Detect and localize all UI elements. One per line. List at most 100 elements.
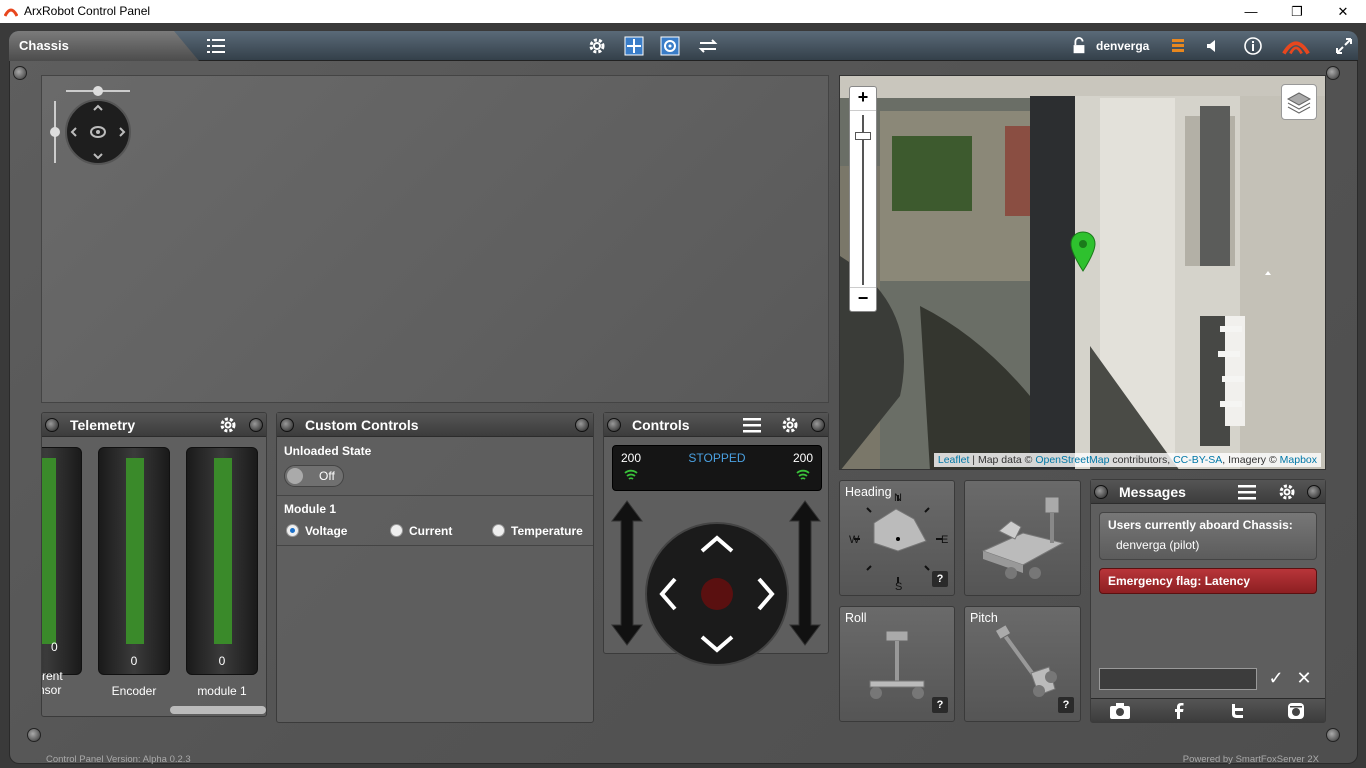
messages-title: Messages: [1119, 484, 1186, 500]
emergency-flag-message: Emergency flag: Latency: [1099, 568, 1317, 594]
aboard-users-message: Users currently aboard Chassis: denverga…: [1099, 512, 1317, 560]
layout-grid-icon[interactable]: [623, 36, 645, 56]
heading-widget: Heading N E S W ?: [839, 480, 955, 596]
messages-header: Messages: [1091, 480, 1325, 504]
close-button[interactable]: ✕: [1320, 0, 1366, 23]
meter-label-encoder: Encoder: [111, 684, 157, 698]
leaflet-link[interactable]: Leaflet: [938, 454, 970, 466]
custom-controls-panel: Custom Controls Unloaded State Off Modul…: [276, 412, 594, 723]
map-layers-icon[interactable]: [1281, 84, 1317, 120]
app-body: Chassis denverga + − Leaflet | Map data …: [0, 23, 1366, 768]
messages-menu-icon[interactable]: [1237, 483, 1257, 501]
radio-temperature[interactable]: Temperature: [492, 524, 583, 538]
controls-menu-icon[interactable]: [742, 416, 762, 434]
menu-list-icon[interactable]: [205, 36, 227, 56]
arxrobot-logo-icon: [4, 8, 18, 17]
frame-screw: [1326, 66, 1340, 80]
telemetry-settings-gear-icon[interactable]: [218, 416, 238, 434]
instagram-icon[interactable]: [1287, 702, 1305, 720]
unloaded-state-label: Unloaded State: [284, 444, 372, 458]
zoom-slider-track[interactable]: [862, 115, 864, 285]
module-1-label: Module 1: [284, 502, 337, 516]
pitch-help-button[interactable]: ?: [1058, 697, 1074, 713]
messages-panel: Messages Users currently aboard Chassis:…: [1090, 479, 1326, 723]
meter-label-module-1: module 1: [197, 684, 247, 698]
pitch-widget: Pitch ?: [964, 606, 1081, 722]
heading-help-button[interactable]: ?: [932, 571, 948, 587]
right-speed-value: 200: [792, 451, 813, 465]
drive-controls-panel: Controls 200 STOPPED 200: [603, 412, 829, 666]
svg-text:S: S: [895, 581, 902, 591]
target-view-icon[interactable]: [659, 36, 681, 56]
telemetry-scrollbar[interactable]: [170, 706, 266, 714]
emergency-flag-text: Emergency flag: Latency: [1108, 574, 1251, 588]
maximize-button[interactable]: ❐: [1274, 0, 1320, 23]
right-signal-icon: [796, 469, 810, 480]
left-signal-icon: [624, 469, 638, 480]
lock-icon[interactable]: [1070, 36, 1088, 56]
mapbox-link[interactable]: Mapbox: [1280, 454, 1317, 466]
map-imagery: [840, 76, 1325, 469]
aboard-users-title: Users currently aboard Chassis:: [1108, 518, 1293, 532]
zoom-in-button[interactable]: +: [850, 87, 876, 111]
toggle-state-label: Off: [319, 469, 335, 483]
custom-controls-header: Custom Controls: [277, 413, 593, 437]
clear-x-icon[interactable]: ✕: [1293, 668, 1315, 690]
settings-gear-icon[interactable]: [586, 36, 608, 56]
drive-status: STOPPED: [688, 451, 746, 465]
satellite-map[interactable]: + − Leaflet | Map data © OpenStreetMap c…: [839, 75, 1326, 470]
telemetry-meter-module-1: 0: [186, 447, 258, 675]
speed-status-display: 200 STOPPED 200: [612, 445, 822, 491]
stack-layers-icon[interactable]: [1167, 36, 1189, 56]
meter-label-current: rrent nsor: [41, 669, 63, 697]
telemetry-header: Telemetry: [42, 413, 266, 437]
facebook-icon[interactable]: [1170, 702, 1188, 720]
switch-arrows-icon[interactable]: [697, 36, 719, 56]
drive-dpad[interactable]: [644, 521, 790, 667]
frame-screw: [27, 728, 41, 742]
current-user: denverga: [1096, 39, 1150, 53]
map-zoom-control[interactable]: + −: [849, 86, 877, 312]
unloaded-state-toggle[interactable]: Off: [284, 465, 344, 487]
roll-title: Roll: [845, 611, 867, 625]
minimize-button[interactable]: —: [1228, 0, 1274, 23]
zoom-slider-handle[interactable]: [855, 132, 871, 140]
zoom-out-button[interactable]: −: [850, 287, 876, 311]
camera-pan-tilt-icon[interactable]: [50, 81, 140, 171]
twitter-icon[interactable]: [1228, 702, 1246, 720]
robot-model-icon: [981, 496, 1065, 579]
map-attribution: Leaflet | Map data © OpenStreetMap contr…: [933, 453, 1321, 467]
frame-screw: [1326, 728, 1340, 742]
roll-help-button[interactable]: ?: [932, 697, 948, 713]
controls-settings-gear-icon[interactable]: [780, 416, 800, 434]
right-throttle-slider[interactable]: [788, 499, 822, 647]
robot-location-marker-icon[interactable]: [1070, 231, 1096, 273]
custom-controls-title: Custom Controls: [305, 417, 419, 433]
drive-controls-title: Controls: [632, 417, 690, 433]
window-title: ArxRobot Control Panel: [24, 4, 151, 18]
pitch-title: Pitch: [970, 611, 998, 625]
message-input[interactable]: [1099, 668, 1257, 690]
info-icon[interactable]: [1242, 36, 1264, 56]
robot-model-view: [964, 480, 1081, 596]
roll-widget: Roll ?: [839, 606, 955, 722]
radio-current[interactable]: Current: [390, 524, 452, 538]
social-bar: [1091, 698, 1325, 722]
messages-settings-gear-icon[interactable]: [1277, 483, 1297, 501]
left-throttle-slider[interactable]: [610, 499, 644, 647]
arxrobot-brand-icon[interactable]: [1280, 36, 1312, 56]
robot-tab[interactable]: Chassis: [9, 31, 199, 61]
osm-link[interactable]: OpenStreetMap: [1035, 454, 1109, 466]
video-feed-area: [41, 75, 829, 403]
license-link[interactable]: CC-BY-SA: [1173, 454, 1222, 466]
top-toolbar: Chassis denverga: [9, 31, 1358, 61]
svg-text:N: N: [894, 492, 902, 504]
roll-robot-icon: [869, 630, 925, 699]
send-check-icon[interactable]: ✓: [1265, 668, 1287, 690]
telemetry-panel: Telemetry 0 rrent nsor 0 Encoder 0 modul…: [41, 412, 267, 717]
telemetry-title: Telemetry: [70, 417, 136, 433]
camera-icon[interactable]: [1108, 702, 1132, 720]
radio-voltage[interactable]: Voltage: [286, 524, 347, 538]
fullscreen-icon[interactable]: [1333, 36, 1355, 56]
speaker-icon[interactable]: [1201, 36, 1223, 56]
